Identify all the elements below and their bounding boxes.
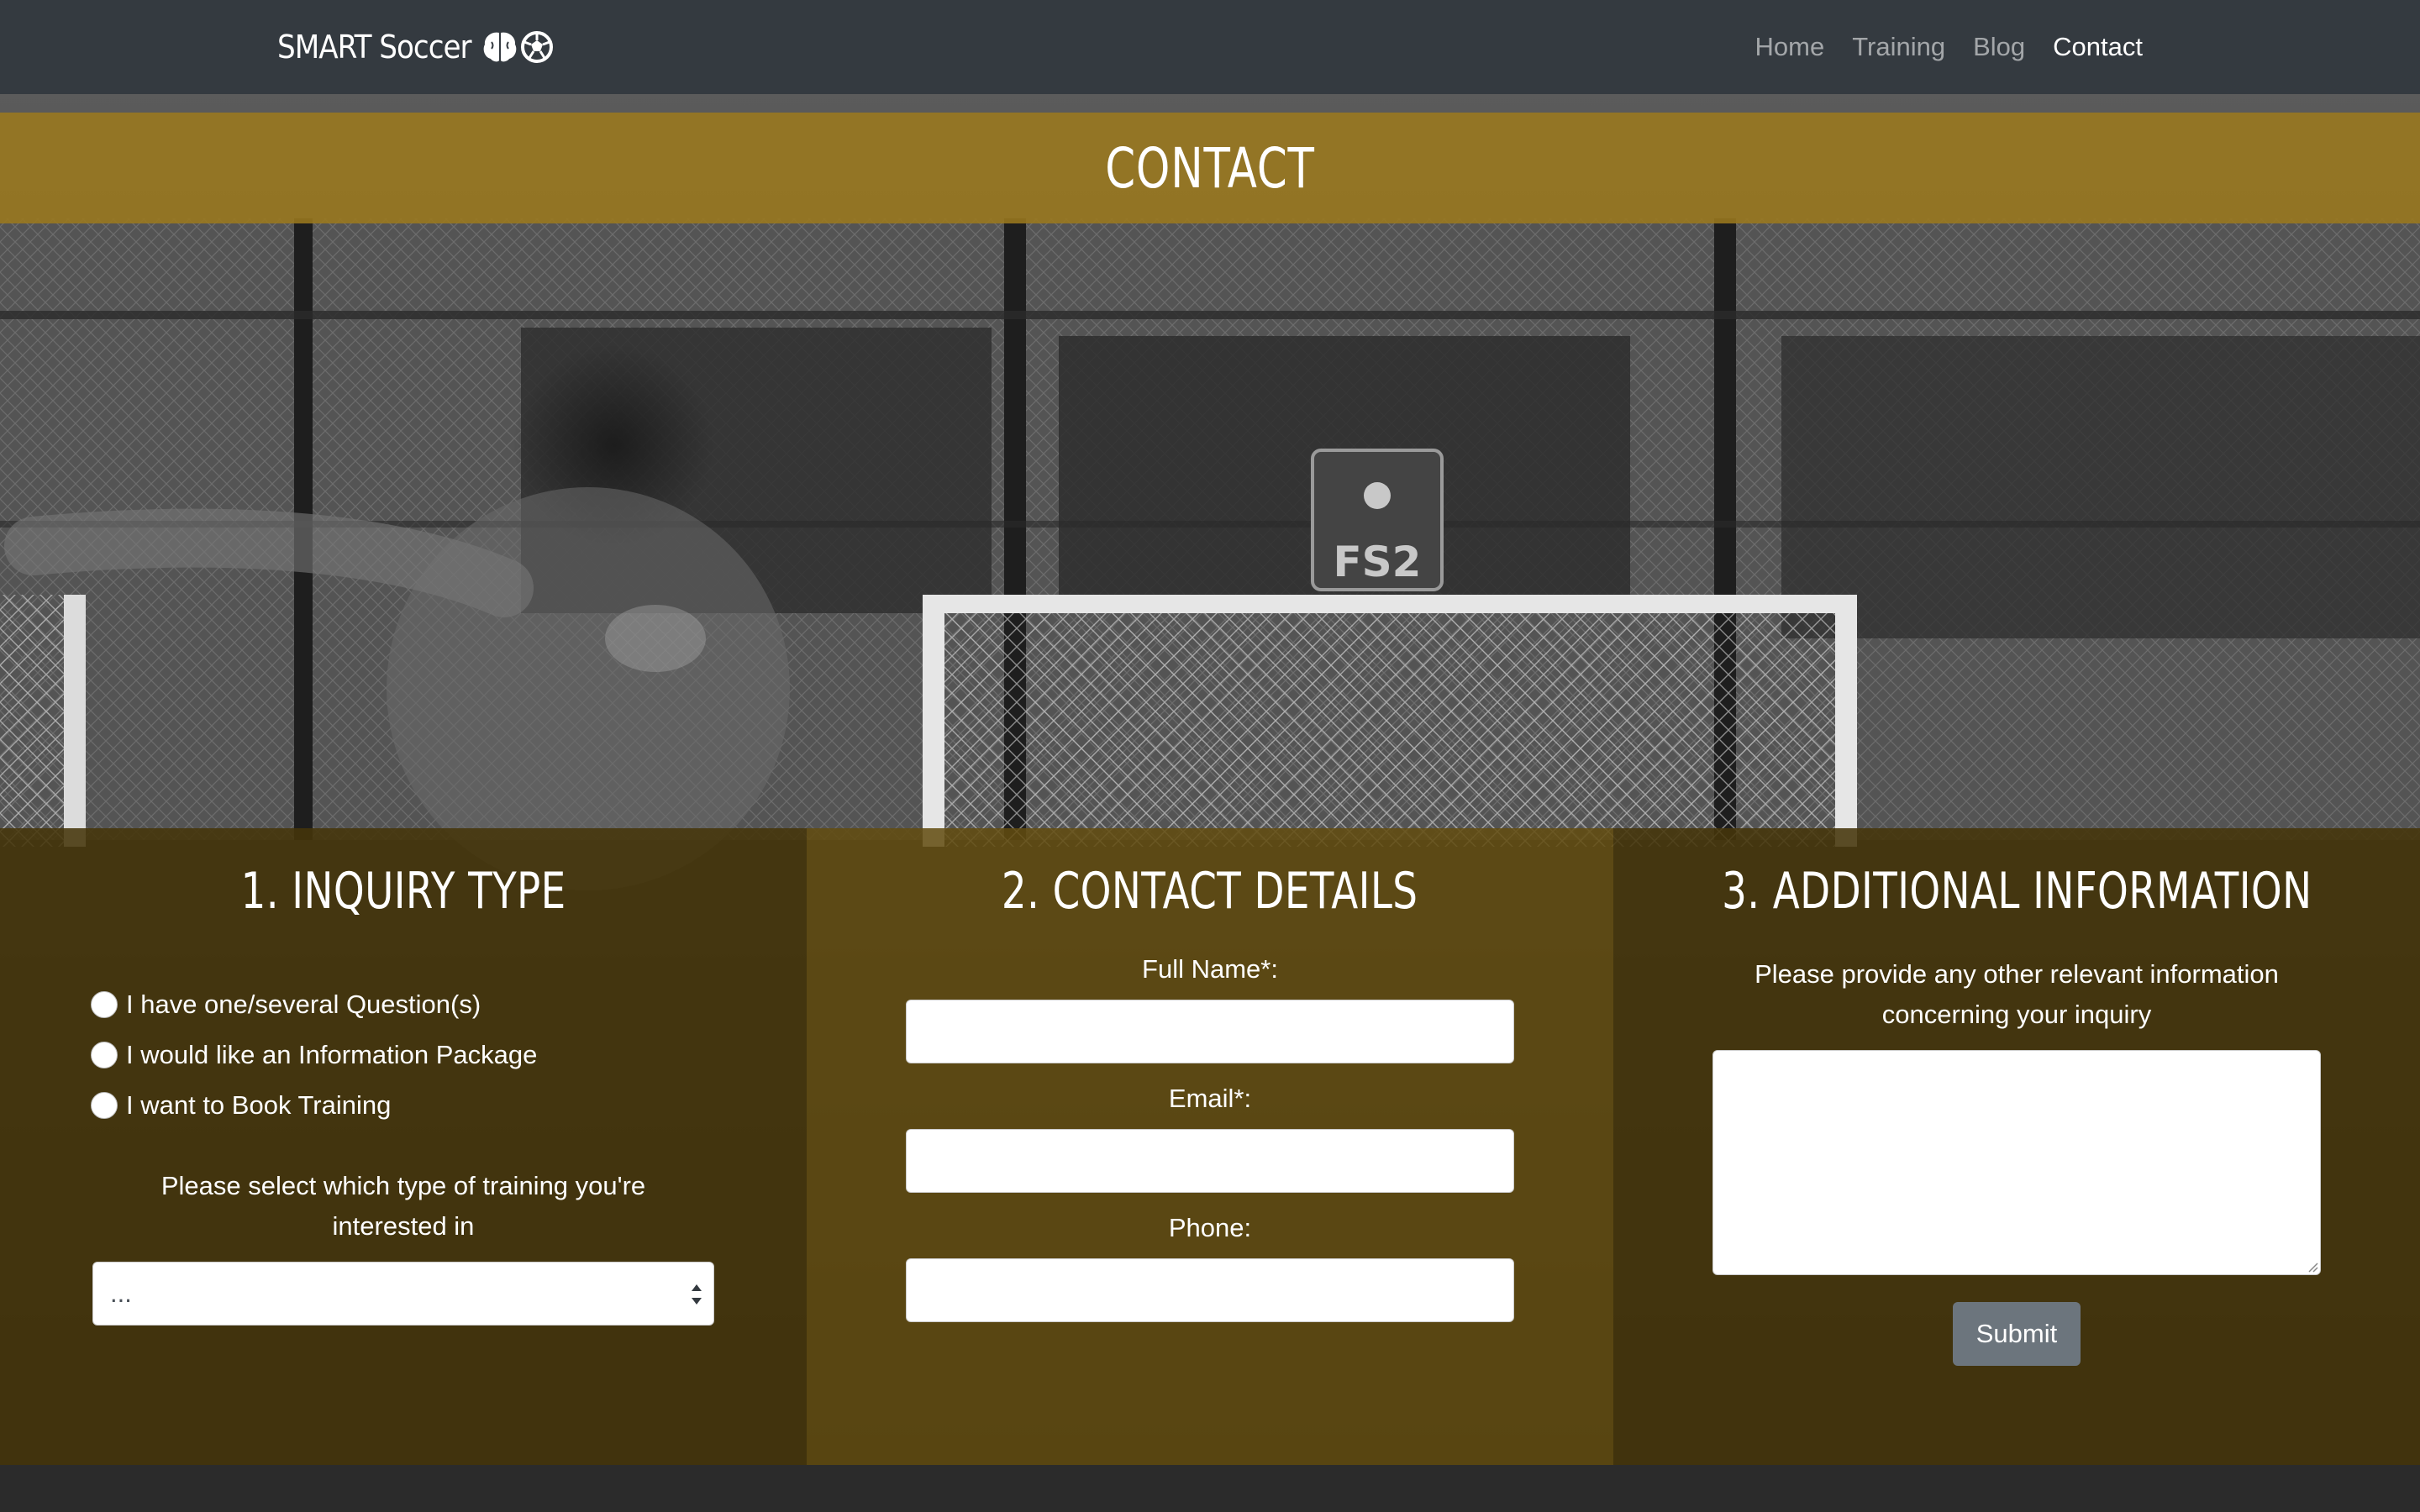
inquiry-option[interactable]: I would like an Information Package xyxy=(91,1030,537,1080)
email-field[interactable] xyxy=(906,1129,1514,1193)
additional-info-help: Please provide any other relevant inform… xyxy=(1754,959,2279,1029)
full-name-label: Full Name*: xyxy=(1142,954,1278,984)
nav-links: Home Training Blog Contact xyxy=(1755,32,2143,62)
submit-button[interactable]: Submit xyxy=(1953,1302,2081,1366)
phone-field[interactable] xyxy=(906,1258,1514,1322)
additional-info-heading: 3. ADDITIONAL INFORMATION xyxy=(1721,862,2312,921)
contact-form: 1. INQUIRY TYPE I have one/several Quest… xyxy=(0,828,2420,1465)
additional-info-textarea[interactable] xyxy=(1712,1050,2321,1275)
resize-grip-icon[interactable] xyxy=(2305,1259,2318,1273)
contact-details-section: 2. CONTACT DETAILS Full Name*: Email*: P… xyxy=(807,828,1613,1465)
radio-label[interactable]: I would like an Information Package xyxy=(126,1040,537,1070)
radio-label[interactable]: I have one/several Question(s) xyxy=(126,990,481,1020)
inquiry-type-section: 1. INQUIRY TYPE I have one/several Quest… xyxy=(0,828,807,1465)
sign-text: FS2 xyxy=(1334,538,1422,586)
inquiry-option[interactable]: I have one/several Question(s) xyxy=(91,979,537,1030)
nav-blog[interactable]: Blog xyxy=(1973,32,2025,62)
brand-logo xyxy=(481,30,554,64)
email-label: Email*: xyxy=(1168,1084,1252,1113)
training-type-help: Please select which type of training you… xyxy=(160,1171,646,1241)
nav-contact[interactable]: Contact xyxy=(2053,32,2143,62)
training-type-select[interactable]: ... xyxy=(92,1262,714,1326)
navbar: SMART Soccer Home Training Blog Contact xyxy=(0,0,2420,94)
radio-button[interactable] xyxy=(91,1042,118,1068)
nav-training[interactable]: Training xyxy=(1852,32,1945,62)
training-type-value: ... xyxy=(110,1278,132,1308)
inquiry-type-heading: 1. INQUIRY TYPE xyxy=(240,862,566,921)
brain-icon xyxy=(483,32,516,62)
brand[interactable]: SMART Soccer xyxy=(277,29,554,66)
nav-home[interactable]: Home xyxy=(1755,32,1825,62)
brand-name[interactable]: SMART Soccer xyxy=(277,29,472,66)
contact-banner: CONTACT xyxy=(0,113,2420,223)
full-name-field[interactable] xyxy=(906,1000,1514,1063)
inquiry-option[interactable]: I want to Book Training xyxy=(91,1080,537,1131)
inquiry-options: I have one/several Question(s) I would l… xyxy=(91,979,537,1131)
radio-button[interactable] xyxy=(91,991,118,1018)
page-title: CONTACT xyxy=(1105,135,1315,201)
additional-info-section: 3. ADDITIONAL INFORMATION Please provide… xyxy=(1613,828,2420,1465)
phone-label: Phone: xyxy=(1168,1213,1252,1242)
select-arrows-icon xyxy=(692,1284,702,1305)
soccer-ball-icon xyxy=(520,31,553,63)
contact-details-heading: 2. CONTACT DETAILS xyxy=(1002,862,1418,921)
radio-label[interactable]: I want to Book Training xyxy=(126,1090,391,1121)
radio-button[interactable] xyxy=(91,1092,118,1119)
